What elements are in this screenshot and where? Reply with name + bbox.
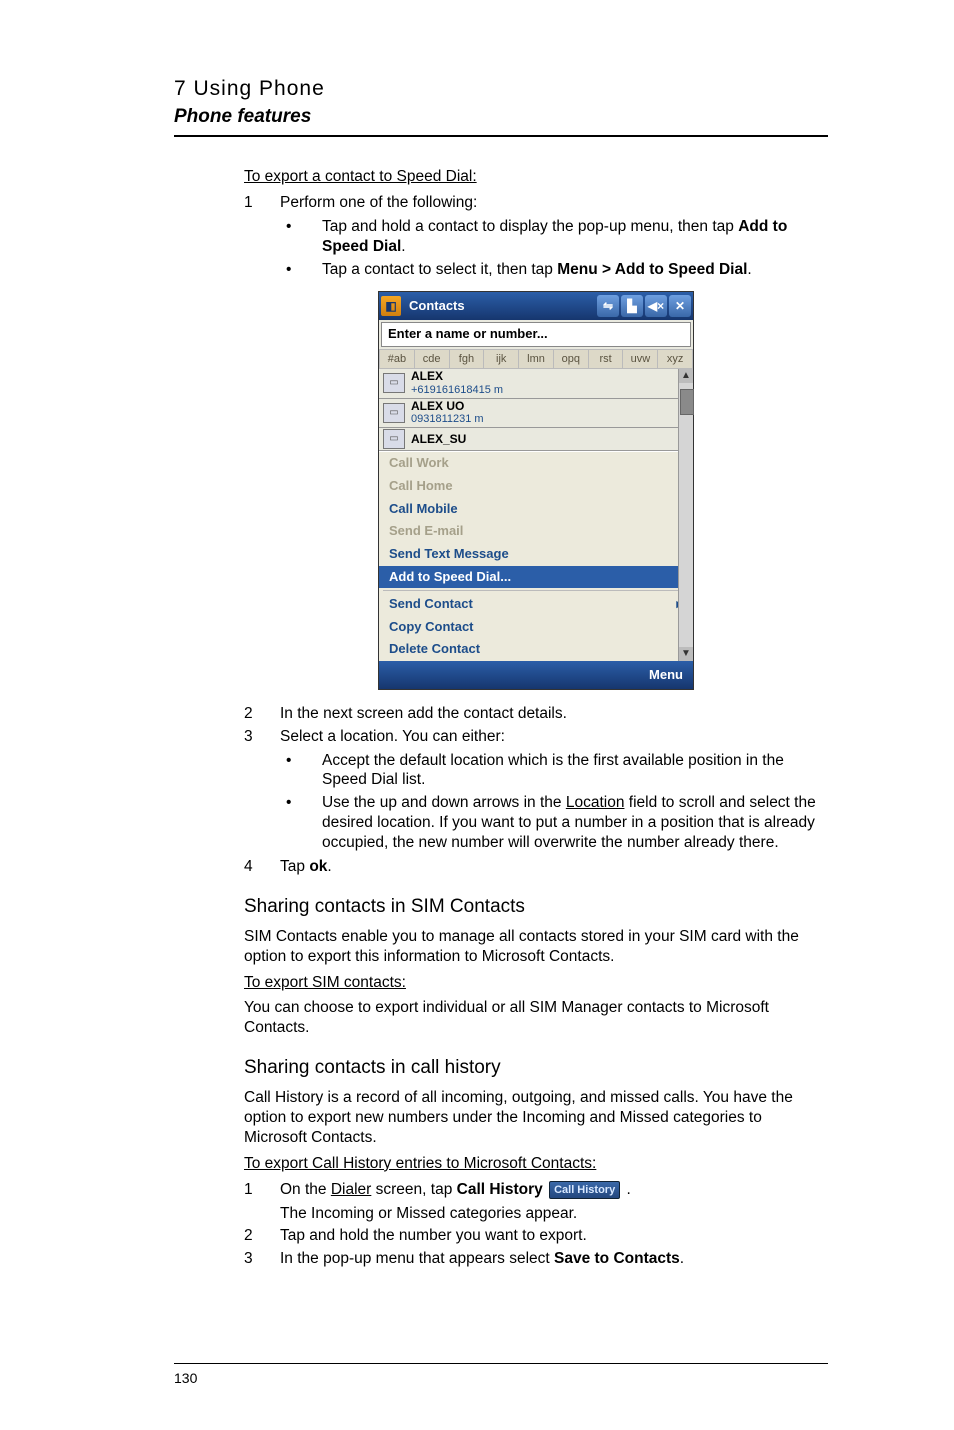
step-number: 3 xyxy=(244,727,280,747)
export-speed-dial-heading: To export a contact to Speed Dial: xyxy=(244,168,477,185)
step-text: On the Dialer screen, tap Call History C… xyxy=(280,1180,631,1224)
subheading: To export Call History entries to Micros… xyxy=(244,1155,596,1172)
section-heading: Sharing contacts in call history xyxy=(244,1056,828,1080)
scroll-thumb[interactable] xyxy=(680,389,694,415)
body-text: You can choose to export individual or a… xyxy=(244,998,828,1038)
screenshot-title: Contacts xyxy=(405,298,591,315)
scroll-down-icon[interactable]: ▼ xyxy=(679,647,693,661)
menu-call-work: Call Work xyxy=(379,452,693,475)
bullet-text: Tap and hold a contact to display the po… xyxy=(322,217,828,257)
menu-send-text[interactable]: Send Text Message xyxy=(379,543,693,566)
contact-card-icon: ▭ xyxy=(383,429,405,449)
bullet-icon: • xyxy=(280,751,322,791)
chapter-number: 7 Using Phone xyxy=(174,76,828,103)
contact-row[interactable]: ▭ ALEX+619161618415 m xyxy=(379,369,693,399)
start-icon: ◧ xyxy=(381,296,401,316)
menu-send-email: Send E-mail xyxy=(379,520,693,543)
footer-rule xyxy=(174,1363,828,1364)
contact-card-icon: ▭ xyxy=(383,403,405,423)
menu-add-speed-dial[interactable]: Add to Speed Dial... xyxy=(379,566,693,589)
menu-call-home: Call Home xyxy=(379,475,693,498)
bullet-text: Tap a contact to select it, then tap Men… xyxy=(322,260,828,280)
section-heading: Sharing contacts in SIM Contacts xyxy=(244,895,828,919)
bullet-text: Use the up and down arrows in the Locati… xyxy=(322,793,828,852)
bullet-text: Accept the default location which is the… xyxy=(322,751,828,791)
subheading: To export SIM contacts: xyxy=(244,974,406,991)
menu-softkey[interactable]: Menu xyxy=(649,667,683,684)
step-text: In the pop-up menu that appears select S… xyxy=(280,1249,684,1269)
step-number: 1 xyxy=(244,1180,280,1224)
contact-row[interactable]: ▭ ALEX UO0931811231 m xyxy=(379,399,693,429)
menu-copy-contact[interactable]: Copy Contact xyxy=(379,616,693,639)
contact-row[interactable]: ▭ ALEX_SU xyxy=(379,428,693,451)
screenshot-titlebar: ◧ Contacts ⇋▙◀×✕ xyxy=(379,292,693,320)
connectivity-icon: ⇋ xyxy=(597,295,619,317)
step-number: 2 xyxy=(244,704,280,724)
speaker-icon: ◀× xyxy=(645,295,667,317)
step-number: 2 xyxy=(244,1226,280,1246)
step-text: In the next screen add the contact detai… xyxy=(280,704,567,724)
body-text: SIM Contacts enable you to manage all co… xyxy=(244,927,828,967)
context-menu: Call Work Call Home Call Mobile Send E-m… xyxy=(379,451,693,661)
step-number: 3 xyxy=(244,1249,280,1269)
scroll-up-icon[interactable]: ▲ xyxy=(679,369,693,383)
step-text: Perform one of the following: xyxy=(280,193,477,213)
close-icon: ✕ xyxy=(669,295,691,317)
contact-card-icon: ▭ xyxy=(383,373,405,393)
step-number: 4 xyxy=(244,857,280,877)
call-history-button-icon: Call History xyxy=(549,1181,620,1199)
header-rule xyxy=(174,135,828,137)
bullet-icon: • xyxy=(280,793,322,852)
page-number: 130 xyxy=(174,1370,197,1388)
menu-send-contact[interactable]: Send Contact xyxy=(379,593,693,616)
scrollbar[interactable]: ▲ ▼ xyxy=(678,369,693,661)
step-text: Select a location. You can either: xyxy=(280,727,505,747)
step-text: Tap and hold the number you want to expo… xyxy=(280,1226,587,1246)
bullet-icon: • xyxy=(280,260,322,280)
menu-call-mobile[interactable]: Call Mobile xyxy=(379,498,693,521)
signal-icon: ▙ xyxy=(621,295,643,317)
search-contacts-input[interactable]: Enter a name or number... xyxy=(381,322,691,347)
bullet-icon: • xyxy=(280,217,322,257)
menu-delete-contact[interactable]: Delete Contact xyxy=(379,638,693,661)
screenshot-softkey-bar: Menu xyxy=(379,661,693,689)
titlebar-status-icons: ⇋▙◀×✕ xyxy=(595,295,691,317)
step-number: 1 xyxy=(244,193,280,213)
contacts-screenshot: ◧ Contacts ⇋▙◀×✕ Enter a name or number.… xyxy=(378,291,694,690)
alpha-index-strip[interactable]: #abcdefghijklmnopqrstuvwxyz xyxy=(379,349,693,369)
step-text: Tap ok. xyxy=(280,857,332,877)
chapter-subtitle: Phone features xyxy=(174,105,828,129)
body-text: Call History is a record of all incoming… xyxy=(244,1088,828,1147)
